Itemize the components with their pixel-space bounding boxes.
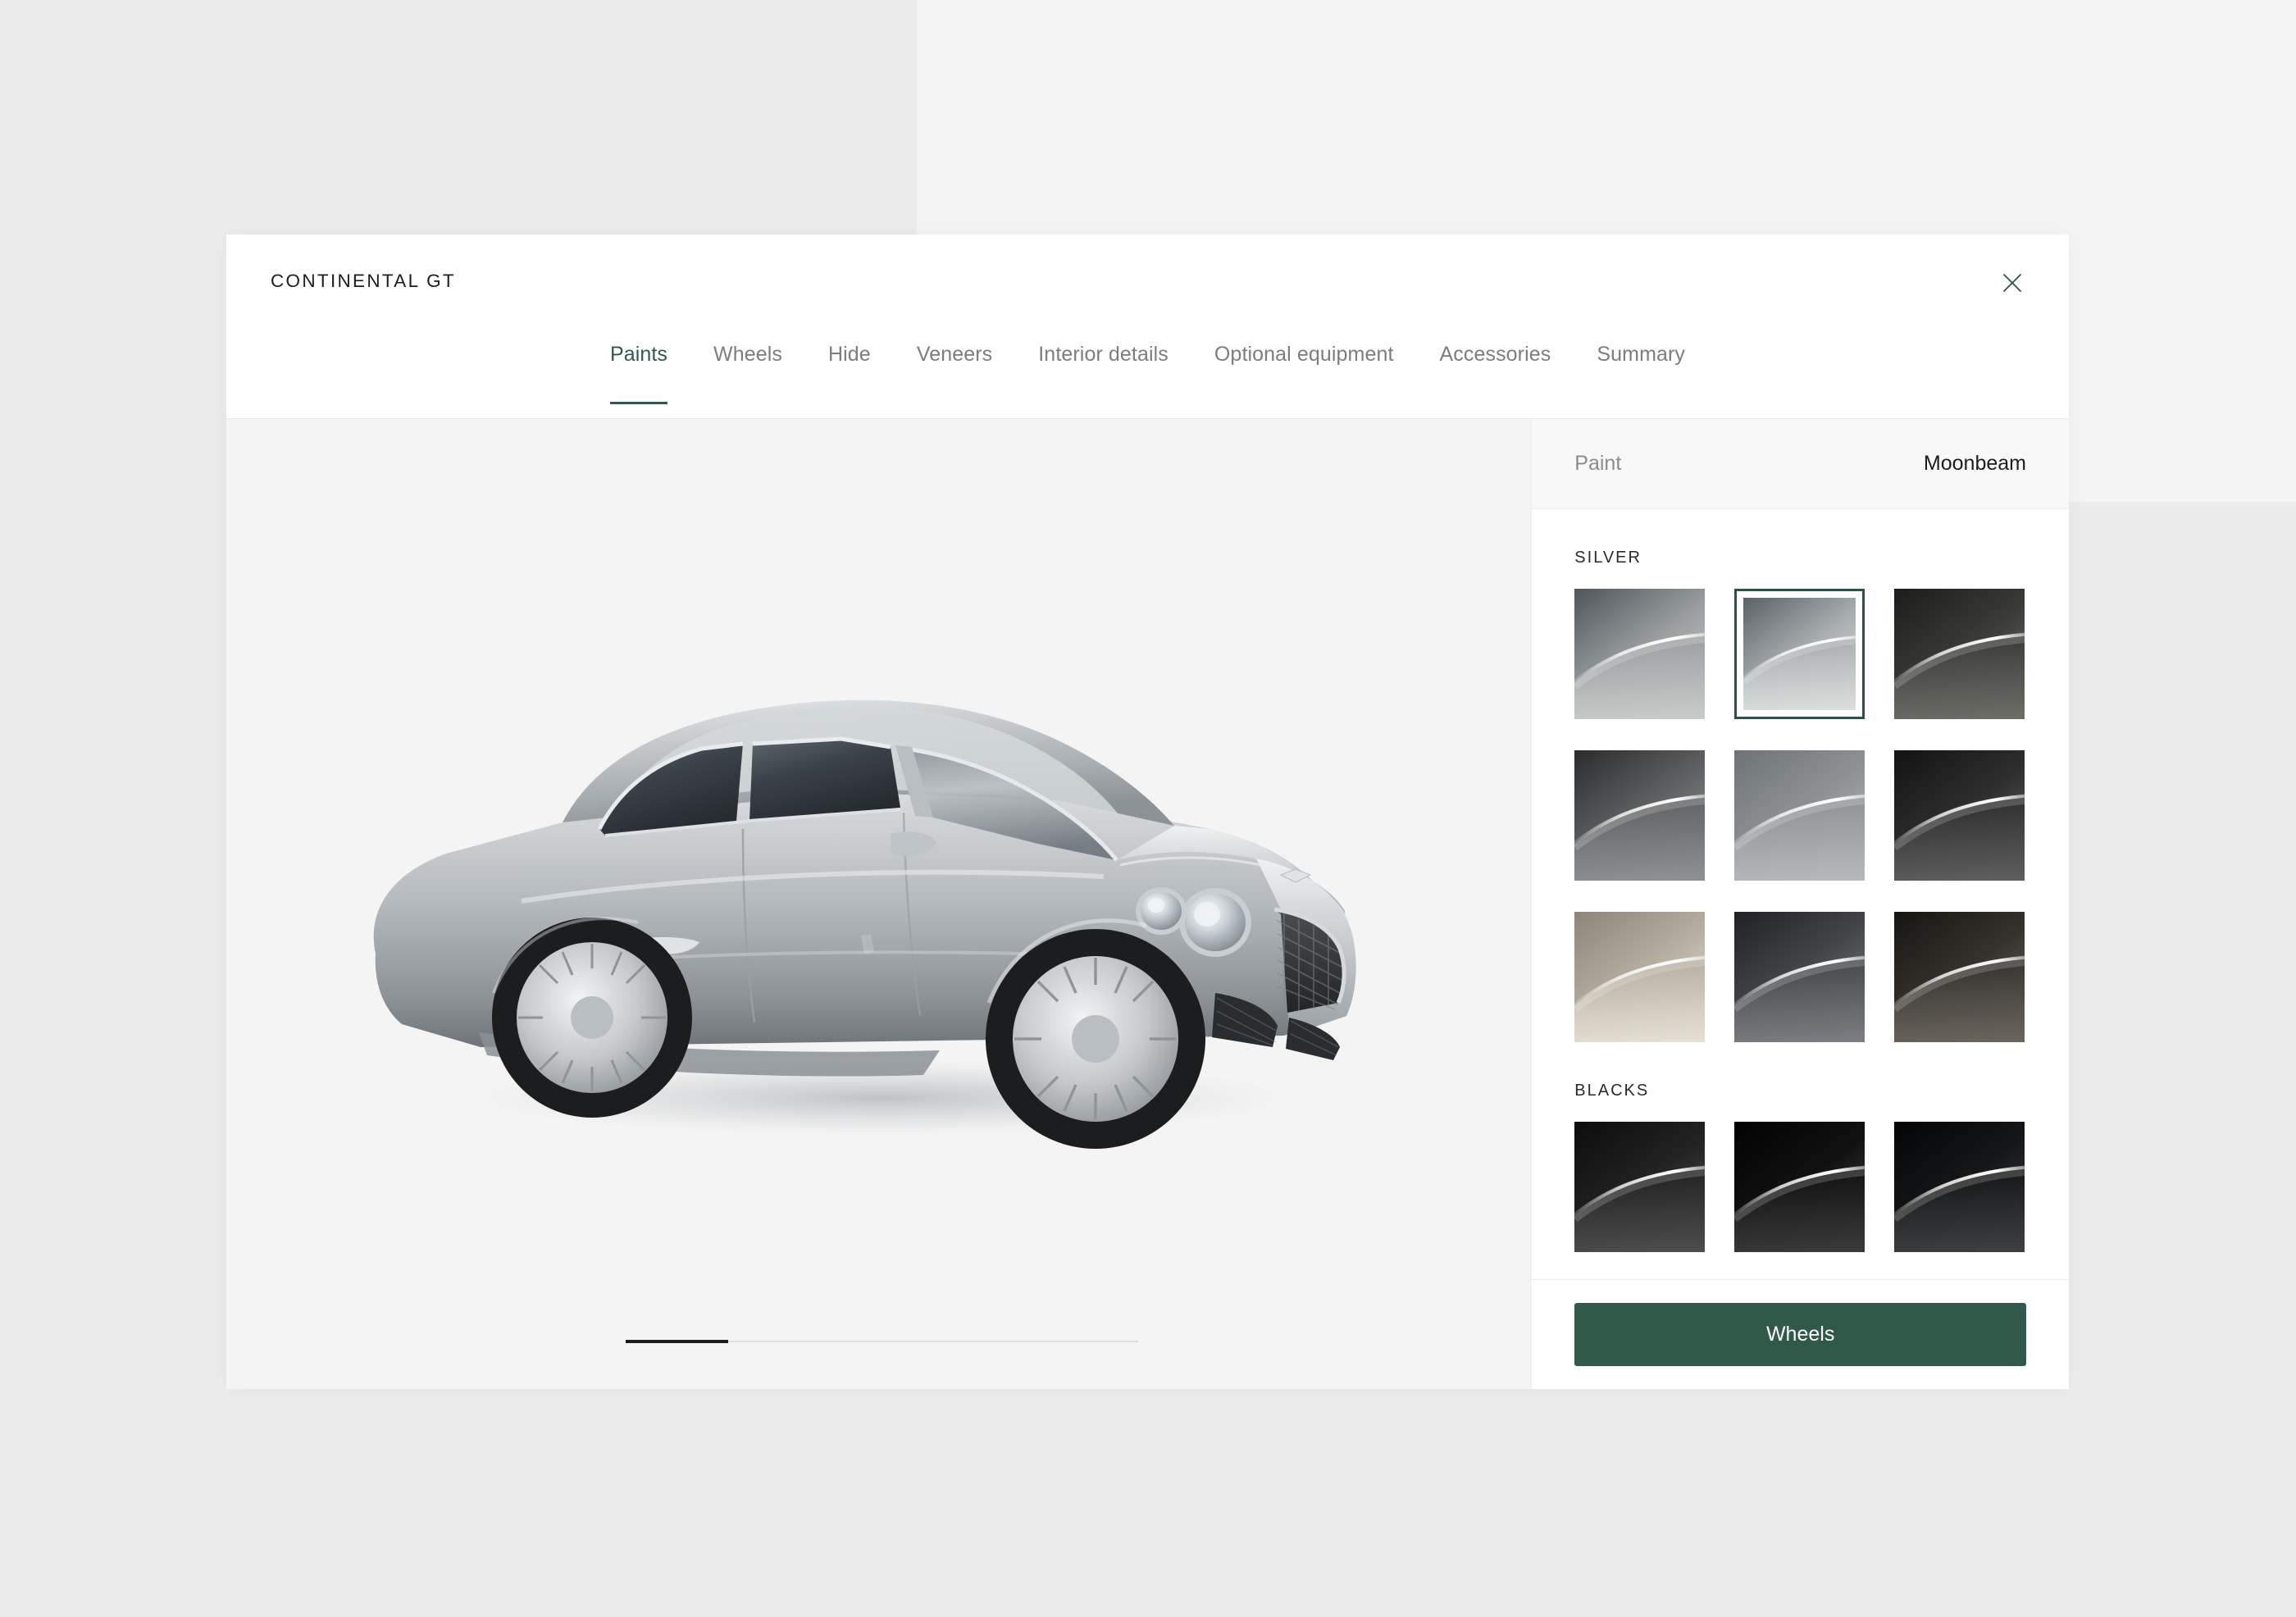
paint-summary-label: Paint — [1574, 452, 1622, 475]
vehicle-viewer[interactable] — [226, 419, 1532, 1389]
tab-veneers[interactable]: Veneers — [894, 326, 1015, 367]
panel-footer: Wheels — [1532, 1279, 2069, 1389]
vehicle-image-stage — [226, 419, 1531, 1321]
paint-swatch[interactable] — [1574, 1122, 1706, 1252]
paint-swatch[interactable] — [1734, 912, 1866, 1042]
rotation-slider-track[interactable] — [626, 1340, 1138, 1343]
configurator-modal: CONTINENTAL GT Paints Wheels Hide Veneers In… — [226, 235, 2069, 1389]
next-step-wheels-button[interactable]: Wheels — [1574, 1303, 2027, 1366]
paint-swatch-surface — [1894, 750, 2025, 881]
paint-swatch-surface — [1574, 750, 1706, 881]
paint-swatch[interactable] — [1574, 750, 1706, 881]
paint-swatch[interactable] — [1574, 912, 1706, 1042]
paint-swatch[interactable] — [1894, 750, 2025, 881]
paint-swatch-surface — [1734, 912, 1866, 1042]
tab-summary[interactable]: Summary — [1574, 326, 1708, 367]
paint-swatch-grid — [1574, 589, 2026, 1042]
paint-panel: Paint Moonbeam SILVER BLACKS Wheels — [1531, 419, 2069, 1389]
paint-swatch[interactable] — [1574, 589, 1706, 719]
rotation-slider-fill — [626, 1340, 728, 1343]
configurator-tabbar: Paints Wheels Hide Veneers Interior details O… — [226, 326, 2069, 419]
tab-optional-equipment[interactable]: Optional equipment — [1191, 326, 1417, 367]
paint-swatch-surface — [1734, 750, 1866, 881]
modal-header: CONTINENTAL GT — [226, 235, 2069, 326]
paint-group-title: BLACKS — [1574, 1082, 1650, 1100]
paint-swatch-selected[interactable] — [1734, 589, 1866, 719]
paint-swatch-surface — [1894, 912, 2025, 1042]
paint-swatch-surface — [1574, 912, 1706, 1042]
paint-swatch-surface — [1743, 598, 1856, 710]
paint-swatch-grid — [1574, 1122, 2026, 1252]
paint-summary-row: Paint Moonbeam — [1532, 419, 2069, 509]
paint-swatch-surface — [1894, 589, 2025, 719]
tab-paints[interactable]: Paints — [587, 326, 690, 404]
paint-swatch[interactable] — [1734, 1122, 1866, 1252]
paint-swatch[interactable] — [1734, 750, 1866, 881]
paint-swatch-surface — [1894, 1122, 2025, 1252]
tab-accessories[interactable]: Accessories — [1417, 326, 1574, 367]
paint-swatch[interactable] — [1894, 912, 2025, 1042]
page-background-strip — [2069, 230, 2296, 502]
paint-swatch[interactable] — [1894, 589, 2025, 719]
modal-body: Paint Moonbeam SILVER BLACKS Wheels — [226, 419, 2069, 1389]
paint-groups-scroll-area[interactable]: SILVER BLACKS — [1532, 509, 2069, 1279]
paint-swatch-surface — [1574, 1122, 1706, 1252]
page-title: CONTINENTAL GT — [271, 271, 456, 291]
paint-swatch-surface — [1734, 1122, 1866, 1252]
paint-swatch[interactable] — [1894, 1122, 2025, 1252]
tab-wheels[interactable]: Wheels — [690, 326, 805, 367]
paint-group-title: SILVER — [1574, 549, 1642, 567]
tab-hide[interactable]: Hide — [805, 326, 894, 367]
paint-summary-value: Moonbeam — [1923, 452, 2026, 475]
tab-interior-details[interactable]: Interior details — [1015, 326, 1191, 367]
close-icon[interactable] — [1993, 264, 2031, 302]
paint-swatch-surface — [1574, 589, 1706, 719]
vehicle-image — [373, 699, 1356, 1149]
